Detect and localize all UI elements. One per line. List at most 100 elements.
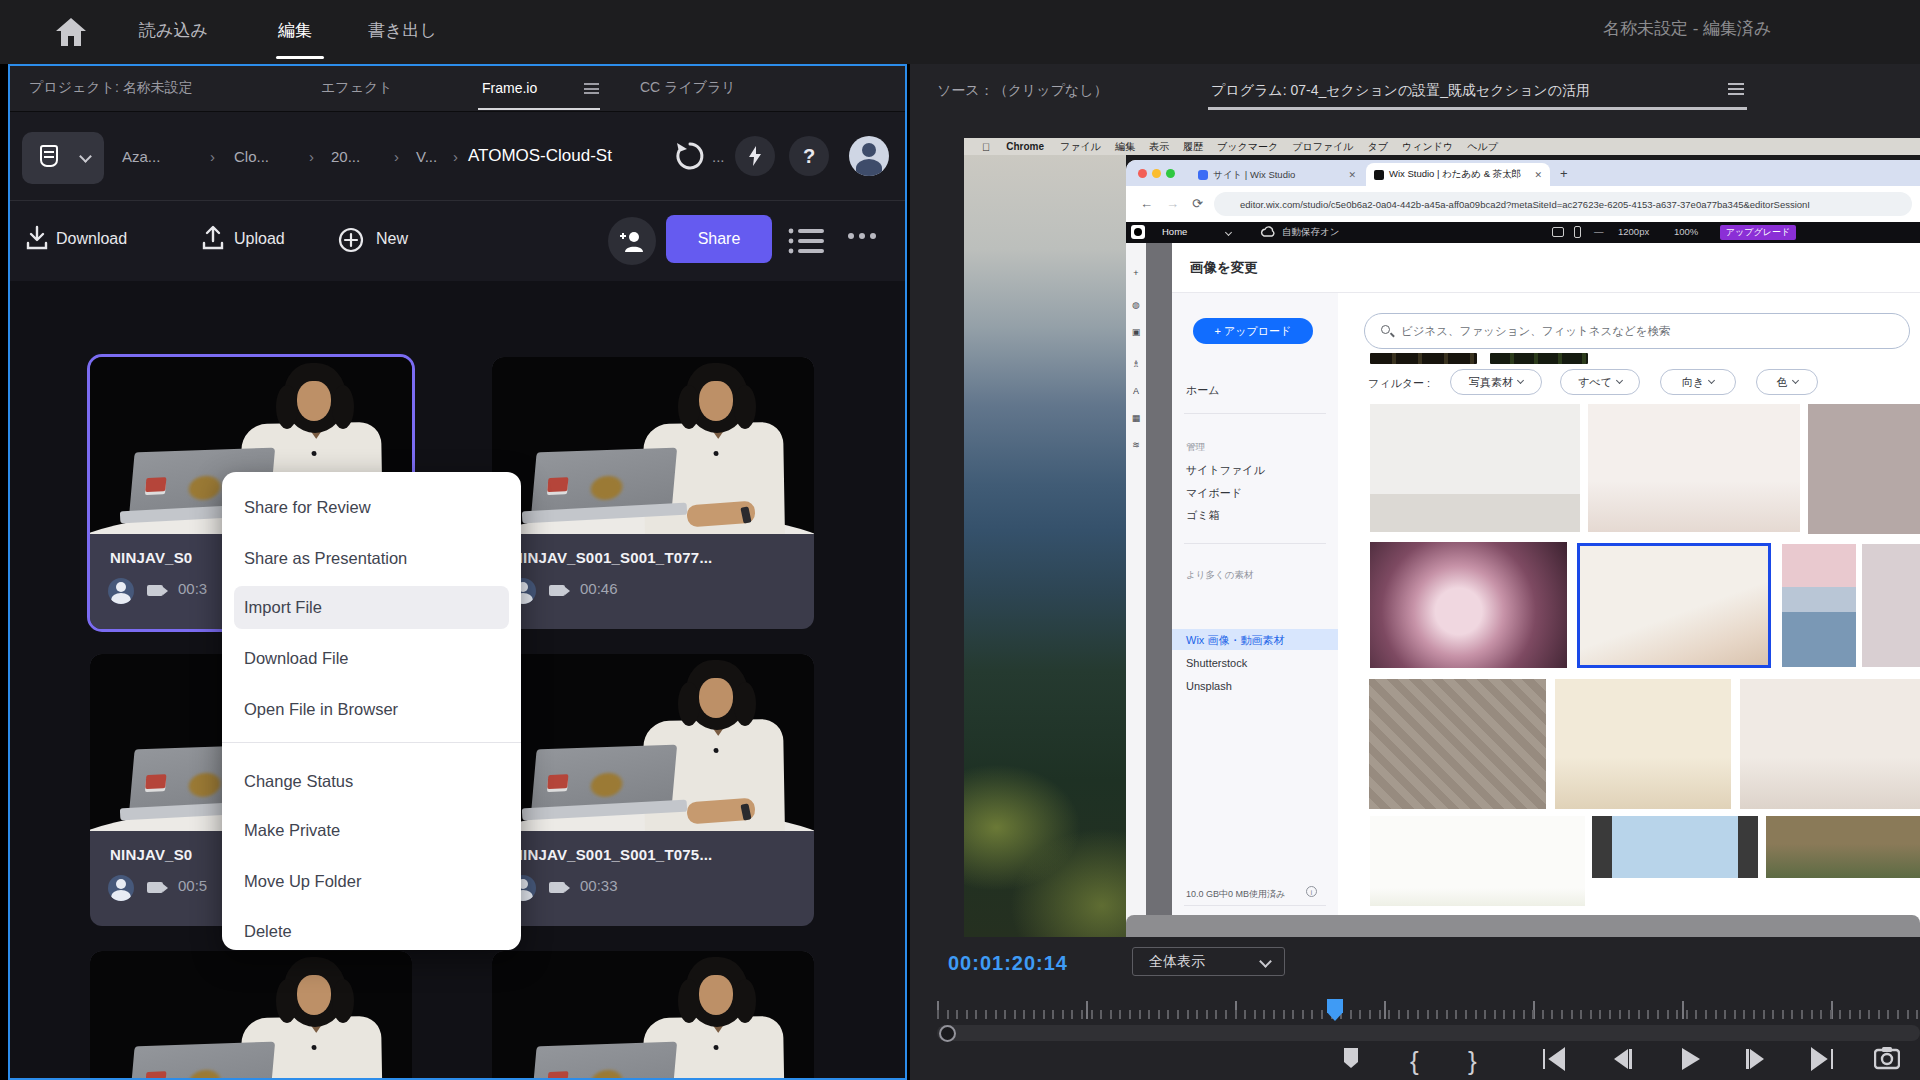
share-button[interactable]: Share [666, 215, 772, 263]
asset-card[interactable]: NINJAV_S001_S001_T077... 00:46 [492, 357, 814, 629]
mark-out-icon[interactable]: } [1468, 1046, 1477, 1077]
tool-icon[interactable]: ◍ [1131, 300, 1141, 310]
wix-home-button[interactable]: Home [1162, 226, 1187, 237]
tool-icon[interactable]: A [1131, 386, 1141, 396]
play-icon[interactable] [1678, 1046, 1702, 1072]
filter-color[interactable]: 色 [1756, 369, 1818, 395]
wix-studio-logo[interactable] [1131, 225, 1145, 239]
recent-media-strip[interactable] [1370, 353, 1477, 364]
asset-card[interactable]: NINJAV_S001_S001_T073... [492, 951, 814, 1080]
breadcrumb-item[interactable]: Aza... [122, 112, 160, 200]
reload-icon[interactable]: ⟳ [1192, 196, 1203, 211]
menu-item[interactable]: Make Private [234, 809, 509, 852]
panel-menu-icon[interactable] [584, 83, 599, 94]
photo-thumbnail[interactable] [1782, 544, 1856, 667]
filter-photo-type[interactable]: 写真素材 [1450, 369, 1542, 395]
filter-orientation[interactable]: 向き [1660, 369, 1736, 395]
go-to-out-icon[interactable] [1808, 1046, 1838, 1072]
step-back-icon[interactable] [1610, 1046, 1634, 1072]
new-button[interactable]: New [376, 230, 408, 248]
upload-button[interactable]: Upload [234, 230, 285, 248]
add-marker-icon[interactable] [1340, 1046, 1362, 1072]
sidebar-item-sitefiles[interactable]: サイトファイル [1186, 463, 1265, 478]
program-menu-icon[interactable] [1728, 83, 1744, 95]
photo-thumbnail[interactable] [1766, 816, 1920, 878]
timecode[interactable]: 00:01:20:14 [948, 952, 1068, 975]
tab-project[interactable]: プロジェクト: 名称未設定 [29, 66, 193, 110]
tab-import[interactable]: 読み込み [139, 0, 208, 60]
photo-thumbnail[interactable] [1808, 404, 1920, 534]
media-search-input[interactable]: ビジネス、ファッション、フィットネスなどを検索 [1364, 313, 1910, 349]
filter-all[interactable]: すべて [1560, 369, 1640, 395]
photo-thumbnail[interactable] [1370, 816, 1585, 906]
tab-edit[interactable]: 編集 [278, 0, 312, 60]
sidebar-item-unsplash[interactable]: Unsplash [1186, 680, 1232, 692]
desktop-view-icon[interactable] [1552, 227, 1564, 237]
lightning-button[interactable] [735, 136, 775, 176]
photo-thumbnail[interactable] [1588, 404, 1800, 532]
menu-item[interactable]: Change Status [234, 760, 509, 803]
breadcrumb-item[interactable]: Clo... [234, 112, 269, 200]
tab-effects[interactable]: エフェクト [321, 66, 393, 110]
info-icon[interactable]: i [1306, 886, 1317, 897]
photo-thumbnail[interactable] [1370, 542, 1567, 668]
photo-thumbnail[interactable] [1740, 679, 1920, 809]
breadcrumb-item[interactable]: V... [416, 112, 437, 200]
tool-icon[interactable]: ♗ [1131, 359, 1141, 369]
photo-thumbnail[interactable] [1592, 816, 1758, 878]
menu-item[interactable]: Move Up Folder [234, 860, 509, 903]
tool-icon[interactable]: ≋ [1131, 440, 1141, 450]
upload-media-button[interactable]: + アップロード [1193, 318, 1313, 344]
menu-item[interactable]: Delete [234, 910, 509, 953]
more-options-icon[interactable] [848, 233, 876, 239]
list-view-icon[interactable] [788, 227, 826, 255]
download-button[interactable]: Download [56, 230, 127, 248]
upgrade-button[interactable]: アップグレード [1720, 225, 1796, 240]
tab-frameio[interactable]: Frame.io [482, 66, 537, 110]
sidebar-item-boards[interactable]: マイボード [1186, 486, 1242, 501]
sidebar-item-trash[interactable]: ゴミ箱 [1186, 508, 1220, 523]
add-person-button[interactable] [608, 217, 656, 265]
photo-thumbnail[interactable] [1862, 544, 1920, 667]
menu-item[interactable]: Share for Review [234, 486, 509, 529]
url-bar[interactable]: editor.wix.com/studio/c5e0b6a2-0a04-442b… [1214, 192, 1912, 216]
refresh-icon[interactable] [672, 138, 708, 174]
go-to-in-icon[interactable] [1538, 1046, 1568, 1072]
menu-item[interactable]: Share as Presentation [234, 537, 509, 580]
sidebar-item-shutterstock[interactable]: Shutterstock [1186, 657, 1247, 669]
asset-card[interactable]: NINJAV_S001_S001_T075... 00:33 [492, 654, 814, 926]
tool-icon[interactable]: ▣ [1131, 327, 1141, 337]
canvas-width-select[interactable]: 1200px [1618, 226, 1649, 237]
forward-icon[interactable]: → [1166, 196, 1179, 211]
tab-export[interactable]: 書き出し [368, 0, 437, 60]
tool-icon[interactable]: ▦ [1131, 413, 1141, 423]
avatar[interactable] [849, 136, 889, 176]
recent-media-strip[interactable] [1490, 353, 1588, 364]
zoom-select[interactable]: 全体表示 [1132, 947, 1285, 976]
tab-cc-libraries[interactable]: CC ライブラリ [640, 66, 736, 110]
close-tab-icon[interactable]: ✕ [1534, 170, 1542, 180]
scrollbar-handle[interactable] [939, 1025, 956, 1042]
photo-thumbnail[interactable] [1555, 679, 1731, 809]
tab-program-monitor[interactable]: プログラム: 07-4_セクションの設置_既成セクションの活用 [1211, 82, 1590, 100]
zoom-select[interactable]: 100% [1674, 226, 1698, 237]
timeline-scrollbar[interactable] [937, 1025, 1920, 1041]
export-frame-icon[interactable] [1874, 1046, 1900, 1070]
breadcrumb-item[interactable]: 20... [331, 112, 360, 200]
mobile-view-icon[interactable] [1574, 226, 1581, 238]
add-element-icon[interactable]: + [1131, 268, 1141, 278]
menu-item[interactable]: Open File in Browser [234, 688, 509, 731]
photo-thumbnail-selected[interactable] [1577, 543, 1771, 668]
mark-in-icon[interactable]: { [1410, 1046, 1419, 1077]
new-tab-icon[interactable]: + [1560, 166, 1568, 181]
sidebar-item-home[interactable]: ホーム [1186, 383, 1220, 398]
asset-card[interactable]: NINJAV_S001_S001_T074... [90, 951, 412, 1080]
frameio-account-button[interactable] [22, 132, 104, 184]
tab-source-monitor[interactable]: ソース：（クリップなし） [937, 82, 1108, 100]
menu-item[interactable]: Import File [234, 586, 509, 629]
photo-thumbnail[interactable] [1369, 679, 1546, 809]
step-forward-icon[interactable] [1744, 1046, 1768, 1072]
home-icon[interactable] [54, 16, 88, 48]
back-icon[interactable]: ← [1140, 196, 1153, 211]
menu-item[interactable]: Download File [234, 637, 509, 680]
